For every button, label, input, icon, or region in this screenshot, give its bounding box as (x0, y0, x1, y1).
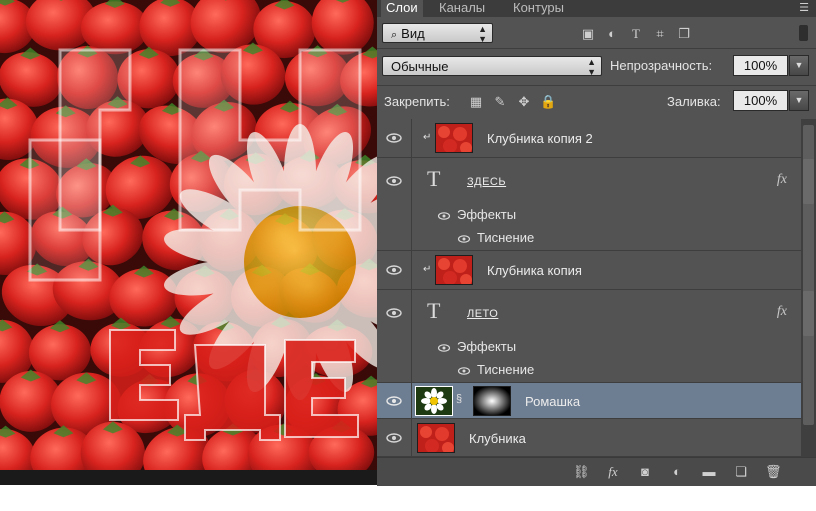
image-filter-icon[interactable]: ▣ (580, 26, 596, 42)
fill-label: Заливка: (667, 94, 721, 109)
text-layer-icon: T (427, 298, 441, 323)
layer-name: Клубника (469, 431, 526, 446)
adjustment-layer-icon[interactable]: ◐ (669, 464, 685, 480)
fx-icon[interactable]: fx (605, 464, 621, 480)
layer-thumbnail (415, 386, 453, 416)
visibility-eye-icon[interactable] (385, 131, 403, 145)
opacity-input[interactable]: 100% (733, 55, 788, 76)
document-canvas[interactable] (0, 0, 377, 485)
effects-eye-icon[interactable] (437, 211, 451, 221)
panel-tab-bar: Слои Каналы Контуры ☰ (377, 0, 816, 17)
panel-menu-icon[interactable]: ☰ (798, 2, 810, 14)
scrollbar-segment[interactable] (803, 159, 814, 204)
mask-link-icon[interactable]: § (456, 393, 462, 405)
search-icon: ⌕ (391, 29, 398, 41)
shape-filter-icon[interactable]: ⌗ (652, 26, 668, 42)
layer-row-selected[interactable]: § Ромашка (377, 383, 801, 419)
lock-all-icon[interactable]: 🔒 (540, 94, 556, 110)
layer-gutter (411, 251, 412, 289)
tab-layers[interactable]: Слои (381, 0, 423, 17)
clipping-arrow-icon: ↵ (423, 264, 432, 275)
effects-label: Эффекты (457, 339, 517, 354)
layer-gutter (411, 158, 412, 250)
blend-row: Обычные ▲ ▼ Непрозрачность: 100% ▼ (377, 49, 816, 85)
adjustment-filter-icon[interactable]: ◐ (604, 26, 620, 42)
opacity-label: Непрозрачность: (610, 58, 713, 73)
layer-name: ЗДЕСЬ (467, 176, 507, 188)
layer-name: Клубника копия (487, 263, 582, 278)
layer-gutter (411, 383, 412, 418)
effects-row[interactable]: Эффекты (437, 339, 516, 354)
smart-object-filter-icon[interactable]: ❐ (676, 26, 692, 42)
add-mask-icon[interactable]: ◙ (637, 464, 653, 480)
layer-gutter (411, 119, 412, 157)
layer-row[interactable]: Клубника (377, 419, 801, 457)
clipping-arrow-icon: ↵ (423, 132, 432, 143)
filter-row: ⌕ Вид ▲ ▼ ▣ ◐ T ⌗ ❐ (377, 17, 816, 48)
fill-dropdown-button[interactable]: ▼ (789, 90, 809, 111)
lock-position-icon[interactable]: ✥ (516, 94, 532, 110)
effects-eye-icon[interactable] (437, 343, 451, 353)
canvas-artwork (0, 0, 377, 485)
visibility-eye-icon[interactable] (385, 431, 403, 445)
fx-icon[interactable]: fx (777, 172, 787, 188)
effect-row[interactable]: Тиснение (457, 362, 534, 377)
layer-thumbnail (435, 255, 473, 285)
lock-transparent-icon[interactable]: ▦ (468, 94, 484, 110)
layer-row[interactable]: T ЛЕТО fx Эффекты Тиснение (377, 290, 801, 383)
visibility-eye-icon[interactable] (385, 306, 403, 320)
visibility-eye-icon[interactable] (385, 394, 403, 408)
blend-mode-value: Обычные (391, 59, 449, 74)
effect-eye-icon[interactable] (457, 234, 471, 244)
effect-eye-icon[interactable] (457, 366, 471, 376)
effect-label: Тиснение (477, 230, 535, 245)
effects-row[interactable]: Эффекты (437, 207, 516, 222)
lock-image-icon[interactable]: ✎ (492, 94, 508, 110)
filter-toggle[interactable] (799, 25, 808, 41)
layer-mask-thumbnail[interactable] (473, 386, 511, 416)
layer-thumbnail (435, 123, 473, 153)
fx-icon[interactable]: fx (777, 304, 787, 320)
select-arrows-icon: ▲ ▼ (587, 57, 596, 77)
layer-name: ЛЕТО (467, 308, 499, 320)
fill-input[interactable]: 100% (733, 90, 788, 111)
layer-row[interactable]: ↵ Клубника копия 2 (377, 119, 801, 158)
link-layers-icon[interactable]: ⛓ (573, 464, 590, 480)
lock-row: Закрепить: ▦ ✎ ✥ 🔒 Заливка: 100% ▼ (377, 86, 816, 119)
layers-panel: Слои Каналы Контуры ☰ ⌕ Вид ▲ ▼ ▣ ◐ T ⌗ ❐ … (377, 0, 816, 486)
layer-row[interactable]: ↵ Клубника копия (377, 251, 801, 290)
layers-bottom-toolbar: ⛓ fx ◙ ◐ ▬ ❏ 🗑 (377, 457, 816, 486)
layers-scrollbar[interactable] (801, 119, 816, 457)
text-layer-icon: T (427, 166, 441, 191)
layer-row[interactable]: T ЗДЕСЬ fx Эффекты Тиснение (377, 158, 801, 251)
layer-list: ↵ Клубника копия 2 T ЗДЕСЬ fx Эффекты Ти… (377, 119, 801, 457)
layer-name: Клубника копия 2 (487, 131, 593, 146)
trash-icon[interactable]: 🗑 (765, 464, 782, 480)
scrollbar-segment[interactable] (803, 291, 814, 336)
effect-row[interactable]: Тиснение (457, 230, 534, 245)
effect-label: Тиснение (477, 362, 535, 377)
layer-thumbnail (417, 423, 455, 453)
kind-filter-label: Вид (401, 26, 425, 41)
tab-paths[interactable]: Контуры (508, 0, 569, 17)
layer-gutter (411, 419, 412, 456)
visibility-eye-icon[interactable] (385, 263, 403, 277)
layer-gutter (411, 290, 412, 382)
select-arrows-icon: ▲ ▼ (478, 24, 487, 44)
blend-mode-select[interactable]: Обычные ▲ ▼ (382, 56, 602, 77)
type-filter-icon[interactable]: T (628, 26, 644, 42)
lock-label: Закрепить: (384, 94, 450, 109)
effects-label: Эффекты (457, 207, 517, 222)
layer-kind-filter[interactable]: ⌕ Вид ▲ ▼ (382, 23, 493, 44)
visibility-eye-icon[interactable] (385, 174, 403, 188)
new-group-icon[interactable]: ▬ (701, 464, 717, 480)
opacity-dropdown-button[interactable]: ▼ (789, 55, 809, 76)
layer-name: Ромашка (525, 394, 581, 409)
tab-channels[interactable]: Каналы (434, 0, 490, 17)
new-layer-icon[interactable]: ❏ (733, 464, 749, 480)
